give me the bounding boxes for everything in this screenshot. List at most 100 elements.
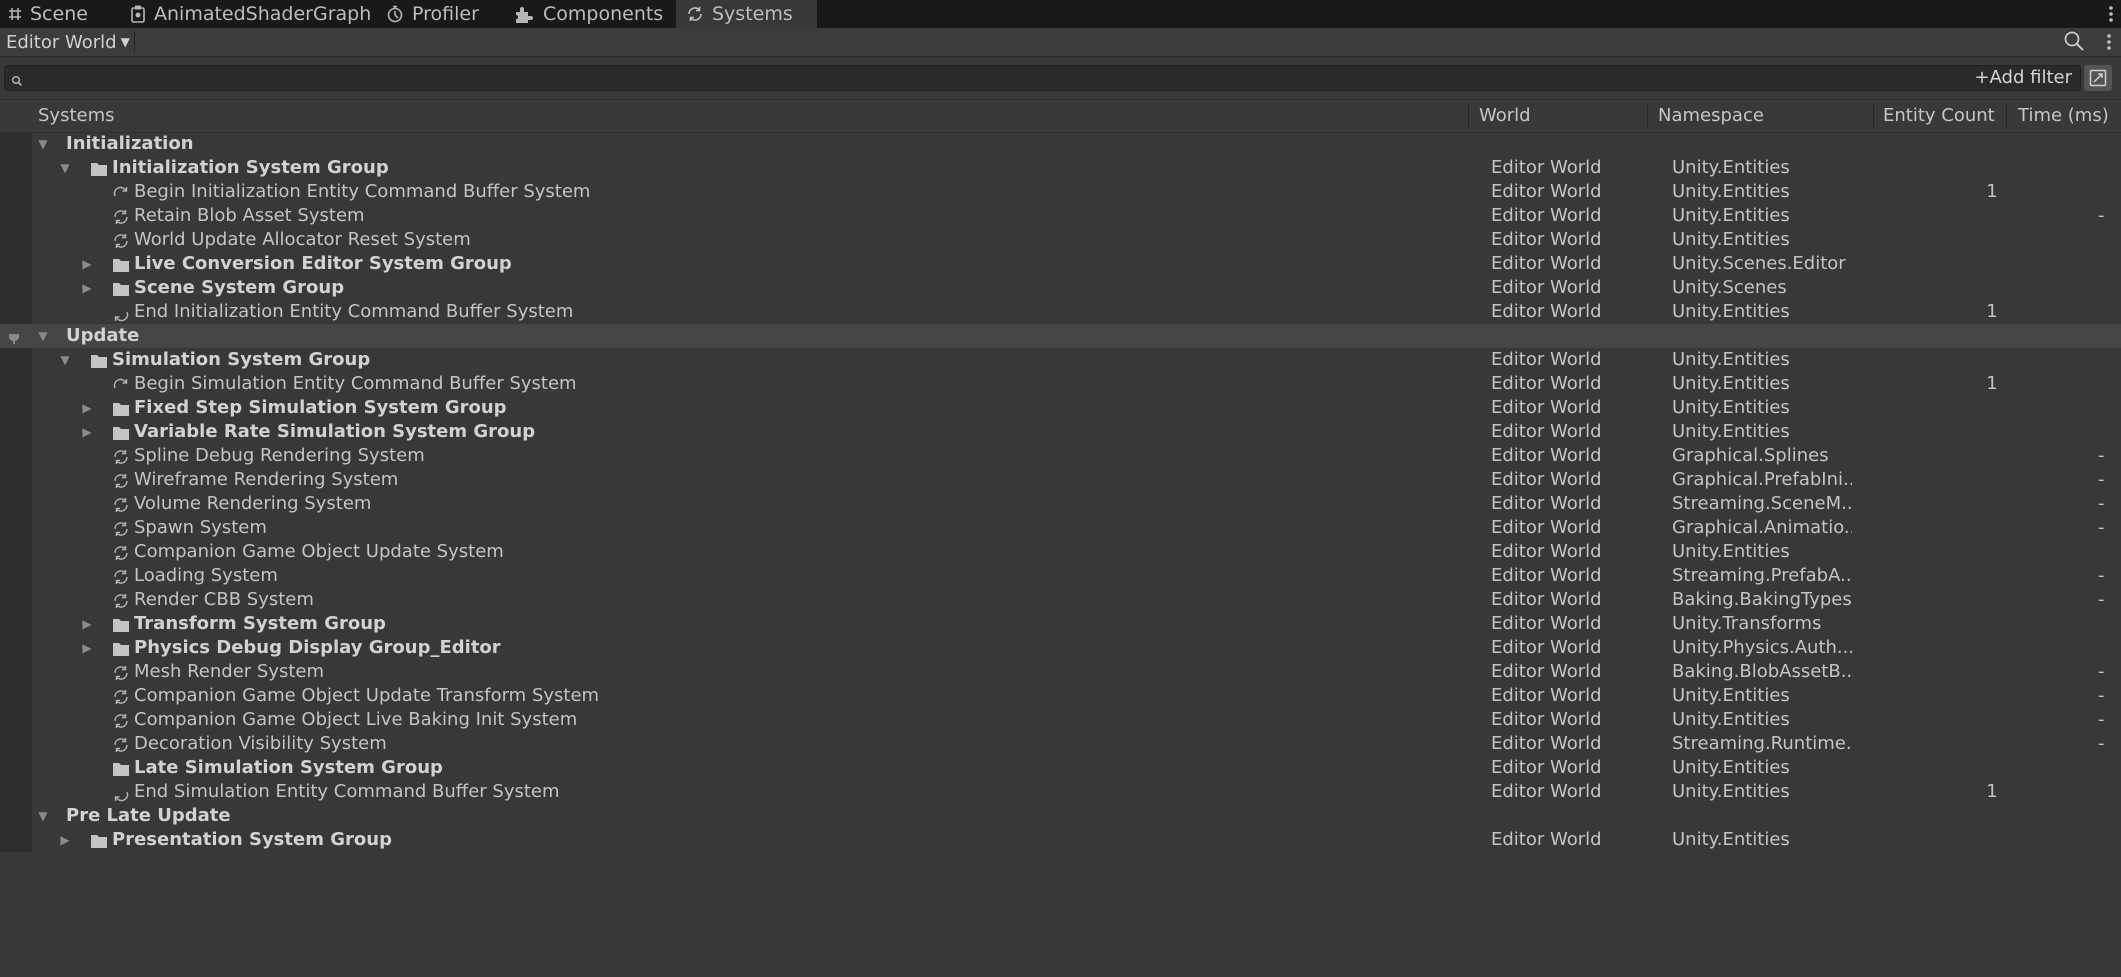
- phase-row[interactable]: ▼ Update: [0, 324, 2121, 348]
- namespace-cell: Streaming.SceneM...: [1672, 493, 1852, 514]
- tab-bar: Scene AnimatedShaderGraph Profiler Compo…: [0, 0, 2121, 28]
- namespace-cell: Unity.Scenes: [1672, 277, 1787, 298]
- column-resize-handle[interactable]: [2006, 104, 2007, 128]
- expanded-triangle-icon[interactable]: ▼: [36, 804, 50, 828]
- entity-count-cell: 1: [1986, 181, 1998, 202]
- namespace-cell: Unity.Entities: [1672, 781, 1790, 802]
- system-row[interactable]: Volume Rendering System Editor World Strea…: [0, 492, 2121, 516]
- system-row[interactable]: Companion Game Object Update System Edito…: [0, 540, 2121, 564]
- time-cell: -: [2098, 661, 2105, 682]
- folder-icon: [112, 616, 130, 632]
- system-name: Variable Rate Simulation System Group: [134, 421, 536, 442]
- system-icon: [112, 568, 130, 584]
- phase-row[interactable]: ▼ Pre Late Update: [0, 804, 2121, 828]
- collapsed-triangle-icon[interactable]: ▶: [80, 252, 94, 276]
- system-row[interactable]: Begin Simulation Entity Command Buffer S…: [0, 372, 2121, 396]
- system-row[interactable]: Mesh Render System Editor World Baking.Blo…: [0, 660, 2121, 684]
- system-group-row[interactable]: ▶ Transform System Group Editor World Unity…: [0, 612, 2121, 636]
- column-header-namespace[interactable]: Namespace: [1658, 100, 1764, 132]
- system-row[interactable]: Render CBB System Editor World Baking.Baki…: [0, 588, 2121, 612]
- world-cell: Editor World: [1491, 757, 1602, 778]
- add-filter-button[interactable]: +Add filter: [1974, 66, 2072, 90]
- system-group-row[interactable]: ▼ Initialization System Group Editor World…: [0, 156, 2121, 180]
- system-icon: [112, 592, 130, 608]
- collapsed-triangle-icon[interactable]: ▶: [80, 396, 94, 420]
- time-cell: -: [2098, 685, 2105, 706]
- system-name: Render CBB System: [134, 589, 314, 610]
- namespace-cell: Unity.Scenes.Editor: [1672, 253, 1846, 274]
- expanded-triangle-icon[interactable]: ▼: [36, 132, 50, 156]
- column-header-row: Systems World Namespace Entity Count Tim…: [0, 99, 2121, 133]
- system-name: Physics Debug Display Group_Editor: [134, 637, 501, 658]
- folder-icon: [90, 160, 108, 176]
- view-settings-button[interactable]: [2084, 65, 2112, 91]
- column-resize-handle[interactable]: [1873, 104, 1874, 128]
- namespace-cell: Unity.Entities: [1672, 301, 1790, 322]
- system-name: Spline Debug Rendering System: [134, 445, 425, 466]
- system-row[interactable]: Companion Game Object Live Baking Init S…: [0, 708, 2121, 732]
- expanded-triangle-icon[interactable]: ▼: [36, 324, 50, 348]
- system-group-row[interactable]: ▶ Physics Debug Display Group_Editor Edito…: [0, 636, 2121, 660]
- system-name: Pre Late Update: [66, 805, 231, 826]
- column-header-systems[interactable]: Systems: [38, 100, 115, 132]
- tab-components[interactable]: Components: [513, 0, 663, 28]
- system-row[interactable]: End Initialization Entity Command Buffer…: [0, 300, 2121, 324]
- system-name: Initialization System Group: [112, 157, 389, 178]
- namespace-cell: Baking.BakingTypes: [1672, 589, 1852, 610]
- world-cell: Editor World: [1491, 661, 1602, 682]
- namespace-cell: Graphical.Splines: [1672, 445, 1829, 466]
- world-cell: Editor World: [1491, 613, 1602, 634]
- system-row[interactable]: Loading System Editor World Streaming.Pref…: [0, 564, 2121, 588]
- system-row[interactable]: Begin Initialization Entity Command Buff…: [0, 180, 2121, 204]
- collapsed-triangle-icon[interactable]: ▶: [80, 612, 94, 636]
- system-name: Volume Rendering System: [134, 493, 372, 514]
- system-group-row[interactable]: ▼ Simulation System Group Editor World Unit…: [0, 348, 2121, 372]
- system-row[interactable]: World Update Allocator Reset System Edito…: [0, 228, 2121, 252]
- system-group-row[interactable]: ▶ Presentation System Group Editor World Un…: [0, 828, 2121, 852]
- world-cell: Editor World: [1491, 253, 1602, 274]
- world-cell: Editor World: [1491, 565, 1602, 586]
- system-row[interactable]: Decoration Visibility System Editor World…: [0, 732, 2121, 756]
- folder-icon: [112, 400, 130, 416]
- more-options-icon[interactable]: [2105, 2, 2117, 26]
- world-cell: Editor World: [1491, 349, 1602, 370]
- column-header-entity-count[interactable]: Entity Count: [1883, 100, 1995, 132]
- system-row[interactable]: Wireframe Rendering System Editor World Gr…: [0, 468, 2121, 492]
- system-row[interactable]: Spline Debug Rendering System Editor Worl…: [0, 444, 2121, 468]
- system-group-row[interactable]: ▶ Variable Rate Simulation System Group Ed…: [0, 420, 2121, 444]
- system-row[interactable]: Spawn System Editor World Graphical.Animat…: [0, 516, 2121, 540]
- system-group-row[interactable]: ▶ Scene System Group Editor World Unity.Sce…: [0, 276, 2121, 300]
- tab-scene[interactable]: Scene: [8, 0, 88, 28]
- phase-row[interactable]: ▼ Initialization: [0, 132, 2121, 156]
- search-box[interactable]: +Add filter: [4, 65, 2081, 91]
- column-header-time[interactable]: Time (ms): [2018, 100, 2109, 132]
- column-resize-handle[interactable]: [1468, 104, 1469, 128]
- system-group-row[interactable]: Late Simulation System Group Editor World…: [0, 756, 2121, 780]
- tab-systems[interactable]: Systems: [676, 0, 817, 28]
- time-cell: -: [2098, 589, 2105, 610]
- system-row[interactable]: End Simulation Entity Command Buffer Sys…: [0, 780, 2121, 804]
- system-icon: [112, 688, 130, 704]
- tab-animated-shader-graph[interactable]: AnimatedShaderGraph: [130, 0, 371, 28]
- column-resize-handle[interactable]: [1647, 104, 1648, 128]
- expanded-triangle-icon[interactable]: ▼: [58, 348, 72, 372]
- column-header-world[interactable]: World: [1479, 100, 1531, 132]
- search-input[interactable]: [29, 66, 1733, 90]
- system-row[interactable]: Companion Game Object Update Transform S…: [0, 684, 2121, 708]
- search-icon[interactable]: [2063, 30, 2085, 57]
- collapsed-triangle-icon[interactable]: ▶: [80, 420, 94, 444]
- system-row[interactable]: Retain Blob Asset System Editor World Unit…: [0, 204, 2121, 228]
- system-name: Retain Blob Asset System: [134, 205, 365, 226]
- collapsed-triangle-icon[interactable]: ▶: [80, 636, 94, 660]
- system-group-row[interactable]: ▶ Live Conversion Editor System Group Edit…: [0, 252, 2121, 276]
- system-group-row[interactable]: ▶ Fixed Step Simulation System Group Edito…: [0, 396, 2121, 420]
- world-cell: Editor World: [1491, 373, 1602, 394]
- system-icon: [112, 664, 130, 680]
- system-icon: [112, 520, 130, 536]
- tab-profiler[interactable]: Profiler: [386, 0, 479, 28]
- toolbar-more-icon[interactable]: [2104, 31, 2114, 58]
- collapsed-triangle-icon[interactable]: ▶: [58, 828, 72, 852]
- collapsed-triangle-icon[interactable]: ▶: [80, 276, 94, 300]
- world-selector-dropdown[interactable]: Editor World ▼: [6, 28, 130, 56]
- expanded-triangle-icon[interactable]: ▼: [58, 156, 72, 180]
